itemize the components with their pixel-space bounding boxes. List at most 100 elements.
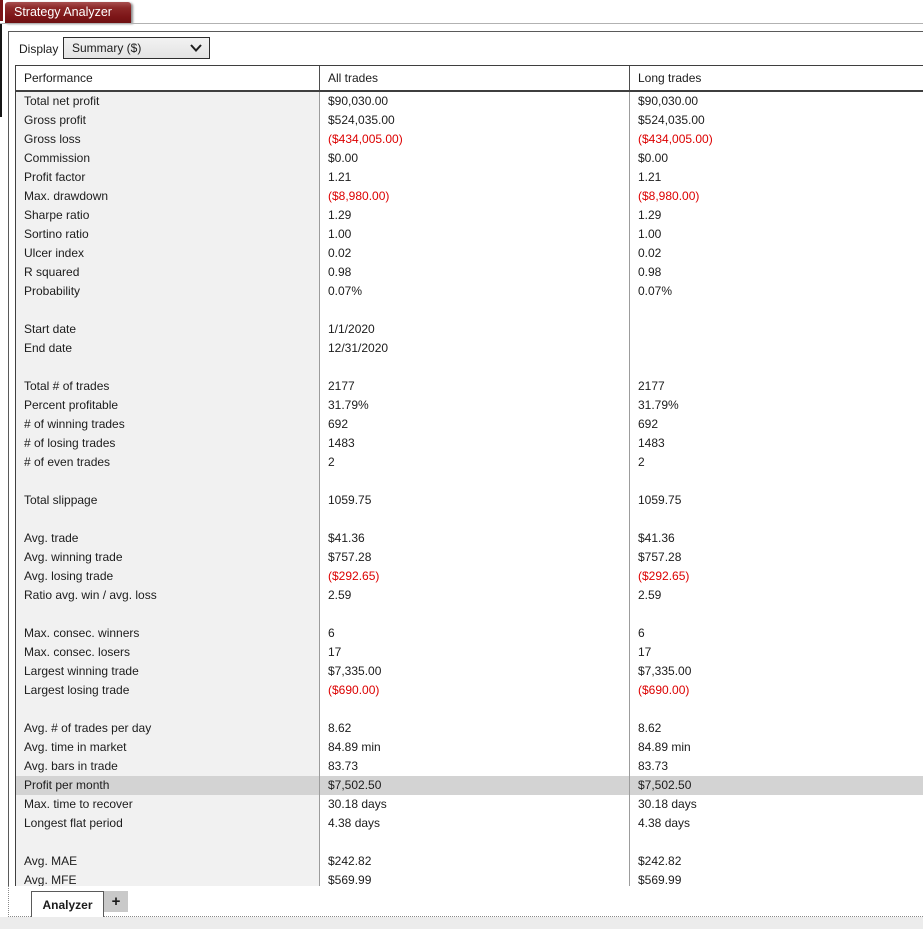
row-label-cell: Avg. MAE: [16, 852, 320, 871]
all-trades-cell: [320, 358, 630, 377]
all-trades-cell: 692: [320, 415, 630, 434]
table-row[interactable]: Profit factor 1.21 1.21: [16, 168, 923, 187]
long-trades-cell: 2: [630, 453, 923, 472]
row-label-cell: Gross loss: [16, 130, 320, 149]
table-row[interactable]: [16, 358, 923, 377]
table-row[interactable]: # of losing trades 1483 1483: [16, 434, 923, 453]
row-label-cell: Probability: [16, 282, 320, 301]
table-row[interactable]: Total net profit $90,030.00 $90,030.00: [16, 92, 923, 111]
analyzer-panel: Display Summary ($) Performance All trad…: [8, 31, 923, 887]
row-label-cell: Total slippage: [16, 491, 320, 510]
row-label-cell: Largest winning trade: [16, 662, 320, 681]
long-trades-cell: [630, 320, 923, 339]
all-trades-cell: 2177: [320, 377, 630, 396]
table-row[interactable]: Start date 1/1/2020: [16, 320, 923, 339]
row-label-cell: Commission: [16, 149, 320, 168]
window-edge-strip: [0, 24, 2, 117]
row-label-cell: Avg. winning trade: [16, 548, 320, 567]
table-row[interactable]: Commission $0.00 $0.00: [16, 149, 923, 168]
row-label-cell: [16, 605, 320, 624]
row-label-cell: Avg. # of trades per day: [16, 719, 320, 738]
strategy-analyzer-window: Strategy Analyzer Display Summary ($) Pe…: [0, 0, 923, 929]
table-row[interactable]: R squared 0.98 0.98: [16, 263, 923, 282]
summary-grid-header: Performance All trades Long trades: [16, 66, 923, 92]
table-row[interactable]: [16, 472, 923, 491]
table-row[interactable]: Avg. MFE $569.99 $569.99: [16, 871, 923, 886]
long-trades-cell: [630, 510, 923, 529]
table-row[interactable]: Avg. time in market 84.89 min 84.89 min: [16, 738, 923, 757]
add-tab-button[interactable]: +: [104, 891, 128, 912]
table-row[interactable]: End date 12/31/2020: [16, 339, 923, 358]
table-row[interactable]: Profit per month $7,502.50 $7,502.50: [16, 776, 923, 795]
row-label-cell: Max. time to recover: [16, 795, 320, 814]
all-trades-cell: 30.18 days: [320, 795, 630, 814]
display-select[interactable]: Summary ($): [63, 37, 210, 59]
row-label-cell: Sortino ratio: [16, 225, 320, 244]
table-row[interactable]: Max. consec. winners 6 6: [16, 624, 923, 643]
all-trades-cell: [320, 301, 630, 320]
table-row[interactable]: Avg. losing trade ($292.65) ($292.65): [16, 567, 923, 586]
table-row[interactable]: Max. consec. losers 17 17: [16, 643, 923, 662]
row-label-cell: Total net profit: [16, 92, 320, 111]
table-row[interactable]: Ratio avg. win / avg. loss 2.59 2.59: [16, 586, 923, 605]
table-row[interactable]: Percent profitable 31.79% 31.79%: [16, 396, 923, 415]
long-trades-cell: $7,335.00: [630, 662, 923, 681]
table-row[interactable]: Max. drawdown ($8,980.00) ($8,980.00): [16, 187, 923, 206]
table-row[interactable]: Total slippage 1059.75 1059.75: [16, 491, 923, 510]
table-row[interactable]: Avg. winning trade $757.28 $757.28: [16, 548, 923, 567]
header-long-trades: Long trades: [638, 71, 702, 85]
long-trades-cell: [630, 301, 923, 320]
table-row[interactable]: Gross profit $524,035.00 $524,035.00: [16, 111, 923, 130]
table-row[interactable]: Max. time to recover 30.18 days 30.18 da…: [16, 795, 923, 814]
table-row[interactable]: Total # of trades 2177 2177: [16, 377, 923, 396]
table-row[interactable]: [16, 833, 923, 852]
table-row[interactable]: [16, 301, 923, 320]
tab-analyzer[interactable]: Analyzer: [31, 891, 104, 917]
all-trades-cell: ($690.00): [320, 681, 630, 700]
table-row[interactable]: # of even trades 2 2: [16, 453, 923, 472]
row-label-cell: Start date: [16, 320, 320, 339]
row-label-cell: Profit per month: [16, 776, 320, 795]
all-trades-cell: 84.89 min: [320, 738, 630, 757]
all-trades-cell: [320, 605, 630, 624]
table-row[interactable]: # of winning trades 692 692: [16, 415, 923, 434]
table-row[interactable]: Avg. MAE $242.82 $242.82: [16, 852, 923, 871]
table-row[interactable]: Probability 0.07% 0.07%: [16, 282, 923, 301]
table-row[interactable]: [16, 700, 923, 719]
table-row[interactable]: Avg. bars in trade 83.73 83.73: [16, 757, 923, 776]
table-row[interactable]: Longest flat period 4.38 days 4.38 days: [16, 814, 923, 833]
all-trades-cell: ($434,005.00): [320, 130, 630, 149]
all-trades-cell: [320, 833, 630, 852]
display-select-value: Summary ($): [72, 41, 142, 55]
row-label-cell: [16, 472, 320, 491]
long-trades-cell: 692: [630, 415, 923, 434]
table-row[interactable]: Largest winning trade $7,335.00 $7,335.0…: [16, 662, 923, 681]
long-trades-cell: 2177: [630, 377, 923, 396]
all-trades-cell: [320, 700, 630, 719]
table-row[interactable]: Gross loss ($434,005.00) ($434,005.00): [16, 130, 923, 149]
long-trades-cell: $524,035.00: [630, 111, 923, 130]
long-trades-cell: $242.82: [630, 852, 923, 871]
row-label-cell: Avg. time in market: [16, 738, 320, 757]
row-label-cell: [16, 700, 320, 719]
long-trades-cell: 0.07%: [630, 282, 923, 301]
table-row[interactable]: Avg. trade $41.36 $41.36: [16, 529, 923, 548]
all-trades-cell: 0.98: [320, 263, 630, 282]
table-row[interactable]: Sharpe ratio 1.29 1.29: [16, 206, 923, 225]
strategy-analyzer-window-tab[interactable]: Strategy Analyzer: [5, 2, 131, 23]
all-trades-cell: 4.38 days: [320, 814, 630, 833]
table-row[interactable]: Sortino ratio 1.00 1.00: [16, 225, 923, 244]
row-label-cell: Max. consec. losers: [16, 643, 320, 662]
table-row[interactable]: [16, 605, 923, 624]
table-row[interactable]: Avg. # of trades per day 8.62 8.62: [16, 719, 923, 738]
table-row[interactable]: Ulcer index 0.02 0.02: [16, 244, 923, 263]
long-trades-cell: $569.99: [630, 871, 923, 886]
all-trades-cell: $41.36: [320, 529, 630, 548]
table-row[interactable]: [16, 510, 923, 529]
table-row[interactable]: Largest losing trade ($690.00) ($690.00): [16, 681, 923, 700]
long-trades-cell: 8.62: [630, 719, 923, 738]
long-trades-cell: $90,030.00: [630, 92, 923, 111]
all-trades-cell: 17: [320, 643, 630, 662]
all-trades-cell: [320, 510, 630, 529]
row-label-cell: Max. consec. winners: [16, 624, 320, 643]
